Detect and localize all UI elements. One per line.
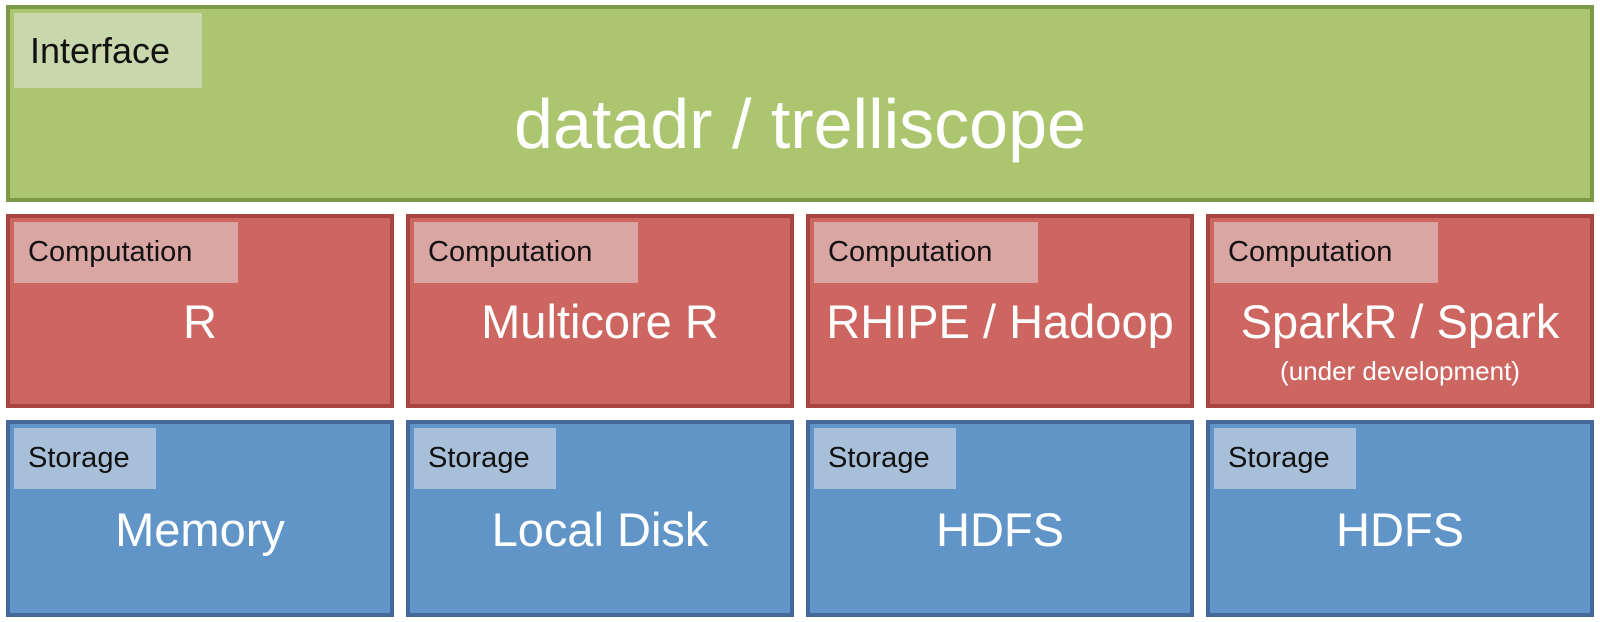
computation-tag: Computation (14, 222, 238, 283)
computation-box-rhipe-hadoop: Computation RHIPE / Hadoop (806, 214, 1194, 408)
development-note: (under development) (1280, 356, 1520, 386)
computation-label: RHIPE / Hadoop (826, 295, 1174, 348)
storage-tag: Storage (814, 428, 956, 489)
storage-box-memory: Storage Memory (6, 420, 394, 617)
computation-box-sparkr-spark: Computation SparkR / Spark (under develo… (1206, 214, 1594, 408)
storage-label: HDFS (936, 503, 1064, 556)
storage-tag: Storage (414, 428, 556, 489)
storage-tag: Storage (1214, 428, 1356, 489)
storage-box-local-disk: Storage Local Disk (406, 420, 794, 617)
computation-label: R (183, 295, 217, 348)
storage-label: HDFS (1336, 503, 1464, 556)
computation-tag: Computation (1214, 222, 1438, 283)
storage-tag: Storage (14, 428, 156, 489)
interface-layer-box: Interface datadr / trelliscope (6, 5, 1594, 202)
storage-label: Memory (115, 503, 285, 556)
storage-box-hdfs: Storage HDFS (806, 420, 1194, 617)
interface-tag: Interface (14, 13, 202, 88)
computation-box-multicore-r: Computation Multicore R (406, 214, 794, 408)
interface-label: datadr / trelliscope (514, 85, 1086, 163)
storage-box-hdfs-spark: Storage HDFS (1206, 420, 1594, 617)
computation-box-r: Computation R (6, 214, 394, 408)
computation-tag: Computation (414, 222, 638, 283)
storage-label: Local Disk (491, 503, 709, 556)
computation-label: Multicore R (481, 295, 719, 348)
computation-label: SparkR / Spark (1240, 295, 1560, 348)
computation-tag: Computation (814, 222, 1038, 283)
